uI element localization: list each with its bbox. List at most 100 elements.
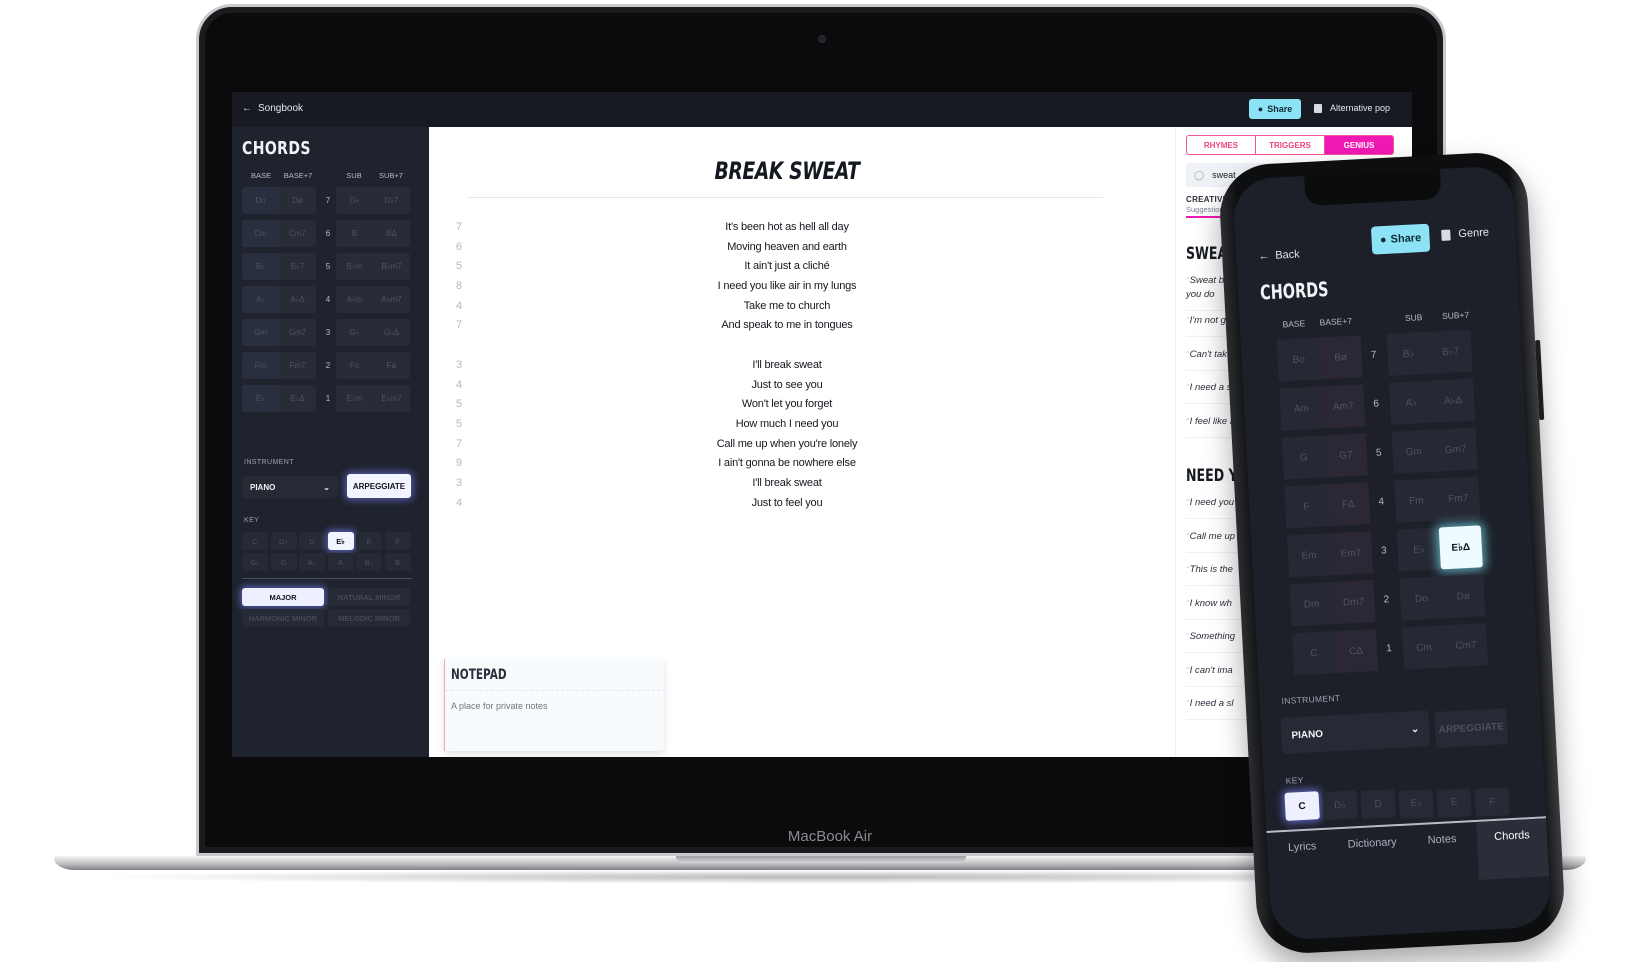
- chord-cell[interactable]: B♭: [242, 253, 279, 280]
- key-button[interactable]: G♭: [242, 553, 268, 571]
- chord-cell[interactable]: Fm: [242, 352, 279, 379]
- phone-instrument-select[interactable]: PIANO ⌄: [1280, 710, 1431, 755]
- back-to-songbook-link[interactable]: ← Songbook: [242, 103, 303, 114]
- lyric-text[interactable]: Call me up when you're lonely: [429, 438, 1145, 450]
- lyric-line[interactable]: 3 I'll break sweat: [429, 477, 1175, 497]
- lyric-line[interactable]: 5 How much I need you: [429, 418, 1175, 438]
- lyric-line[interactable]: 4 Just to see you: [429, 379, 1175, 399]
- mode-natural-minor[interactable]: NATURAL MINOR: [328, 588, 410, 606]
- phone-chord-cell[interactable]: Em: [1286, 533, 1332, 578]
- phone-key-button[interactable]: E: [1436, 788, 1472, 818]
- phone-chord-cell[interactable]: Gm7: [1433, 427, 1478, 472]
- phone-genre-selector[interactable]: Genre: [1441, 226, 1489, 241]
- phone-key-button[interactable]: D♭: [1322, 790, 1358, 821]
- chord-cell[interactable]: Do: [242, 187, 279, 214]
- key-button[interactable]: F: [384, 532, 411, 550]
- phone-tab-dictionary[interactable]: Dictionary: [1336, 826, 1409, 888]
- lyric-text[interactable]: I'll break sweat: [429, 477, 1145, 489]
- phone-key-button[interactable]: D: [1360, 789, 1396, 820]
- key-button[interactable]: D: [299, 532, 325, 550]
- chord-cell[interactable]: G♭: [336, 319, 373, 346]
- arpeggiate-button[interactable]: ARPEGGIATE: [347, 474, 411, 498]
- tab-genius[interactable]: GENIUS: [1325, 136, 1393, 154]
- chord-cell[interactable]: D♭: [336, 187, 373, 214]
- chord-cell[interactable]: B♭m: [336, 253, 373, 280]
- chord-cell[interactable]: Gm: [242, 319, 279, 346]
- phone-chord-cell[interactable]: Cm: [1401, 625, 1447, 670]
- key-button[interactable]: C: [242, 532, 268, 550]
- lyric-line[interactable]: 7 And speak to me in tongues: [429, 319, 1175, 339]
- lyric-line[interactable]: 7 Call me up when you're lonely: [429, 438, 1175, 458]
- phone-chord-cell[interactable]: A♭Δ: [1431, 378, 1476, 423]
- share-button[interactable]: ● Share: [1249, 99, 1301, 119]
- chord-cell[interactable]: Fm7: [279, 352, 316, 379]
- tab-rhymes[interactable]: RHYMES: [1187, 136, 1256, 154]
- phone-tab-chords[interactable]: Chords: [1476, 818, 1550, 880]
- lyric-line[interactable]: 9I ain't gonna be nowhere else: [429, 457, 1175, 477]
- phone-chord-cell[interactable]: B♭7: [1428, 329, 1473, 374]
- mode-melodic-minor[interactable]: MELODIC MINOR: [328, 609, 410, 627]
- phone-chord-cell[interactable]: E♭Δ: [1438, 525, 1483, 570]
- chord-cell[interactable]: E♭Δ: [279, 385, 316, 412]
- phone-chord-cell[interactable]: A♭: [1389, 380, 1434, 425]
- chord-cell[interactable]: E♭: [242, 385, 279, 412]
- chord-cell[interactable]: Cm: [242, 220, 279, 247]
- key-button[interactable]: B: [384, 553, 411, 571]
- lyric-text[interactable]: Take me to church: [429, 300, 1145, 312]
- phone-chord-cell[interactable]: F: [1284, 484, 1329, 529]
- key-button[interactable]: E: [356, 532, 382, 550]
- lyric-text[interactable]: How much I need you: [429, 418, 1145, 430]
- notepad-input[interactable]: [451, 701, 656, 711]
- lyric-text[interactable]: I'll break sweat: [429, 359, 1145, 371]
- chord-cell[interactable]: B♭7: [279, 253, 316, 280]
- key-button[interactable]: G: [270, 553, 297, 571]
- phone-key-button[interactable]: C: [1284, 791, 1320, 821]
- phone-chord-cell[interactable]: Dm: [1289, 582, 1334, 627]
- phone-chord-cell[interactable]: Am: [1279, 386, 1324, 431]
- chord-cell[interactable]: A♭: [242, 286, 279, 313]
- lyric-text[interactable]: It's been hot as hell all day: [429, 221, 1145, 233]
- key-button[interactable]: A♭: [299, 553, 325, 571]
- phone-key-button[interactable]: F: [1474, 787, 1510, 817]
- lyric-line[interactable]: 4 Just to feel you: [429, 497, 1175, 517]
- lyric-line[interactable]: 3 I'll break sweat: [429, 359, 1175, 379]
- lyric-text[interactable]: It ain't just a cliché: [429, 260, 1145, 272]
- phone-chord-cell[interactable]: FΔ: [1326, 482, 1371, 527]
- chord-cell[interactable]: A♭m7: [373, 286, 410, 313]
- phone-chord-cell[interactable]: Fm7: [1436, 476, 1481, 521]
- phone-chord-cell[interactable]: Do: [1399, 576, 1444, 621]
- chord-cell[interactable]: D♭7: [373, 187, 410, 214]
- phone-chord-cell[interactable]: B♭: [1386, 331, 1431, 376]
- chord-cell[interactable]: G♭Δ: [373, 319, 410, 346]
- chord-cell[interactable]: E♭m: [336, 385, 373, 412]
- tab-triggers[interactable]: TRIGGERS: [1256, 136, 1325, 154]
- mode-harmonic-minor[interactable]: HARMONIC MINOR: [242, 609, 324, 627]
- phone-chord-cell[interactable]: Bo: [1276, 337, 1321, 382]
- chord-cell[interactable]: Cm7: [279, 220, 316, 247]
- lyric-text[interactable]: Won't let you forget: [429, 398, 1145, 410]
- lyric-text[interactable]: I need you like air in my lungs: [429, 280, 1145, 292]
- phone-arpeggiate-button[interactable]: ARPEGGIATE: [1434, 708, 1509, 748]
- phone-share-button[interactable]: ● Share: [1370, 223, 1431, 255]
- chord-cell[interactable]: BΔ: [373, 220, 410, 247]
- phone-chord-cell[interactable]: G7: [1323, 433, 1368, 478]
- lyric-line[interactable]: 7 It's been hot as hell all day: [429, 221, 1175, 241]
- lyric-line[interactable]: 4 Take me to church: [429, 300, 1175, 320]
- lyric-line[interactable]: 5 It ain't just a cliché: [429, 260, 1175, 280]
- lyric-text[interactable]: Moving heaven and earth: [429, 241, 1145, 253]
- lyric-text[interactable]: Just to see you: [429, 379, 1145, 391]
- phone-chord-cell[interactable]: E♭: [1396, 527, 1441, 572]
- key-button[interactable]: E♭: [327, 532, 354, 550]
- phone-chord-cell[interactable]: Em7: [1328, 531, 1374, 576]
- lyric-text[interactable]: I ain't gonna be nowhere else: [429, 457, 1145, 469]
- phone-chord-cell[interactable]: Am7: [1321, 384, 1366, 429]
- lyric-text[interactable]: And speak to me in tongues: [429, 319, 1145, 331]
- key-button[interactable]: D♭: [270, 532, 297, 550]
- key-button[interactable]: B♭: [356, 553, 382, 571]
- phone-chord-cell[interactable]: Gm: [1391, 429, 1436, 474]
- song-title[interactable]: BREAK SWEAT: [508, 157, 1066, 185]
- phone-chord-cell[interactable]: Fm: [1394, 478, 1439, 523]
- phone-chord-cell[interactable]: Dø: [1441, 574, 1486, 619]
- chord-cell[interactable]: Dø: [279, 187, 316, 214]
- phone-tab-lyrics[interactable]: Lyrics: [1266, 829, 1339, 891]
